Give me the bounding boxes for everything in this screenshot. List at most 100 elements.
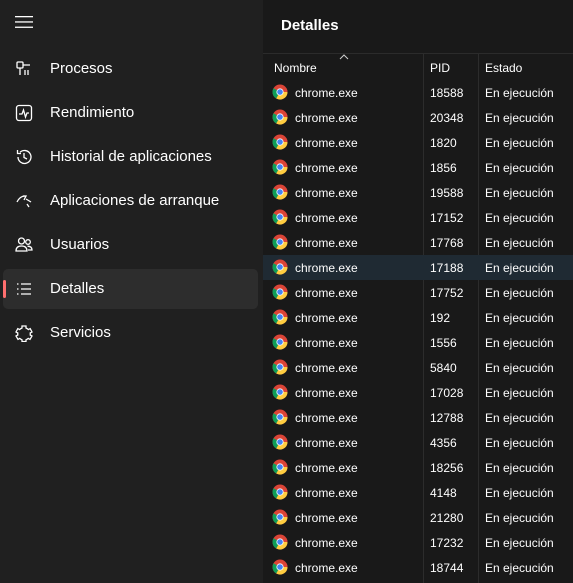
sidebar-item-arranque[interactable]: Aplicaciones de arranque — [3, 181, 258, 221]
process-state: En ejecución — [485, 511, 554, 525]
history-icon — [14, 147, 34, 167]
process-state: En ejecución — [485, 86, 554, 100]
process-pid: 1856 — [430, 161, 457, 175]
table-row[interactable]: chrome.exe 20348 En ejecución — [263, 105, 573, 130]
process-state: En ejecución — [485, 136, 554, 150]
process-pid: 5840 — [430, 361, 457, 375]
chrome-icon — [272, 459, 288, 475]
chrome-icon — [272, 409, 288, 425]
page-title: Detalles — [281, 17, 339, 34]
process-name: chrome.exe — [295, 511, 358, 525]
table-row[interactable]: chrome.exe 4356 En ejecución — [263, 430, 573, 455]
hamburger-icon — [15, 16, 33, 28]
column-header-pid[interactable]: PID — [424, 54, 478, 80]
process-name: chrome.exe — [295, 461, 358, 475]
hamburger-menu-button[interactable] — [12, 10, 36, 34]
process-pid: 1820 — [430, 136, 457, 150]
process-pid: 18256 — [430, 461, 464, 475]
table-row[interactable]: chrome.exe 21280 En ejecución — [263, 505, 573, 530]
chrome-icon — [272, 484, 288, 500]
table-row[interactable]: chrome.exe 17188 En ejecución — [263, 255, 573, 280]
table-row[interactable]: chrome.exe 17752 En ejecución — [263, 280, 573, 305]
process-state: En ejecución — [485, 386, 554, 400]
process-pid: 19588 — [430, 186, 464, 200]
chrome-icon — [272, 109, 288, 125]
chrome-icon — [272, 384, 288, 400]
details-panel: Detalles Nombre PID Estado chrome.exe 185… — [263, 0, 573, 583]
chrome-icon — [272, 134, 288, 150]
process-pid: 4148 — [430, 486, 457, 500]
process-name: chrome.exe — [295, 236, 358, 250]
table-row[interactable]: chrome.exe 18588 En ejecución — [263, 80, 573, 105]
table-row[interactable]: chrome.exe 4148 En ejecución — [263, 480, 573, 505]
table-row[interactable]: chrome.exe 18744 En ejecución — [263, 555, 573, 580]
process-pid: 1556 — [430, 336, 457, 350]
active-indicator — [3, 60, 6, 78]
process-name: chrome.exe — [295, 86, 358, 100]
table-row[interactable]: chrome.exe 17028 En ejecución — [263, 380, 573, 405]
chrome-icon — [272, 84, 288, 100]
process-state: En ejecución — [485, 111, 554, 125]
process-state: En ejecución — [485, 561, 554, 575]
process-name: chrome.exe — [295, 211, 358, 225]
services-icon — [14, 323, 34, 343]
table-row[interactable]: chrome.exe 17232 En ejecución — [263, 530, 573, 555]
process-state: En ejecución — [485, 211, 554, 225]
process-name: chrome.exe — [295, 361, 358, 375]
sidebar-item-procesos[interactable]: Procesos — [3, 49, 258, 89]
process-state: En ejecución — [485, 286, 554, 300]
sidebar-item-usuarios[interactable]: Usuarios — [3, 225, 258, 265]
chrome-icon — [272, 559, 288, 575]
process-pid: 17152 — [430, 211, 464, 225]
sidebar-item-servicios[interactable]: Servicios — [3, 313, 258, 353]
process-state: En ejecución — [485, 261, 554, 275]
column-header-state[interactable]: Estado — [479, 54, 573, 80]
sidebar-item-historial[interactable]: Historial de aplicaciones — [3, 137, 258, 177]
sidebar-item-label: Rendimiento — [50, 104, 135, 121]
process-name: chrome.exe — [295, 561, 358, 575]
details-icon — [14, 279, 34, 299]
sidebar-item-detalles[interactable]: Detalles — [3, 269, 258, 309]
sidebar-item-rendimiento[interactable]: Rendimiento — [3, 93, 258, 133]
process-name: chrome.exe — [295, 486, 358, 500]
chrome-icon — [272, 334, 288, 350]
sidebar-item-label: Detalles — [50, 280, 105, 297]
column-header-label: PID — [430, 61, 451, 75]
process-pid: 18744 — [430, 561, 464, 575]
process-name: chrome.exe — [295, 436, 358, 450]
table-row[interactable]: chrome.exe 1856 En ejecución — [263, 155, 573, 180]
table-row[interactable]: chrome.exe 1556 En ejecución — [263, 330, 573, 355]
active-indicator — [3, 192, 6, 210]
process-name: chrome.exe — [295, 286, 358, 300]
process-state: En ejecución — [485, 361, 554, 375]
table-row[interactable]: chrome.exe 12788 En ejecución — [263, 405, 573, 430]
chrome-icon — [272, 234, 288, 250]
chrome-icon — [272, 434, 288, 450]
table-row[interactable]: chrome.exe 1820 En ejecución — [263, 130, 573, 155]
process-name: chrome.exe — [295, 311, 358, 325]
process-pid: 17188 — [430, 261, 464, 275]
sidebar-item-label: Servicios — [50, 324, 111, 341]
column-header-label: Estado — [485, 61, 523, 75]
process-name: chrome.exe — [295, 336, 358, 350]
sidebar-item-label: Aplicaciones de arranque — [50, 192, 220, 209]
sidebar-item-label: Procesos — [50, 60, 113, 77]
table-row[interactable]: chrome.exe 192 En ejecución — [263, 305, 573, 330]
process-state: En ejecución — [485, 311, 554, 325]
process-state: En ejecución — [485, 161, 554, 175]
process-pid: 20348 — [430, 111, 464, 125]
table-header: Nombre PID Estado — [263, 54, 573, 80]
table-row[interactable]: chrome.exe 5840 En ejecución — [263, 355, 573, 380]
table-row[interactable]: chrome.exe 18256 En ejecución — [263, 455, 573, 480]
performance-icon — [14, 103, 34, 123]
sidebar-item-label: Historial de aplicaciones — [50, 148, 212, 165]
column-header-name[interactable]: Nombre — [263, 54, 423, 80]
table-row[interactable]: chrome.exe 17152 En ejecución — [263, 205, 573, 230]
table-row[interactable]: chrome.exe 19588 En ejecución — [263, 180, 573, 205]
table-row[interactable]: chrome.exe 17768 En ejecución — [263, 230, 573, 255]
chrome-icon — [272, 184, 288, 200]
process-state: En ejecución — [485, 461, 554, 475]
process-state: En ejecución — [485, 486, 554, 500]
chrome-icon — [272, 509, 288, 525]
process-state: En ejecución — [485, 186, 554, 200]
